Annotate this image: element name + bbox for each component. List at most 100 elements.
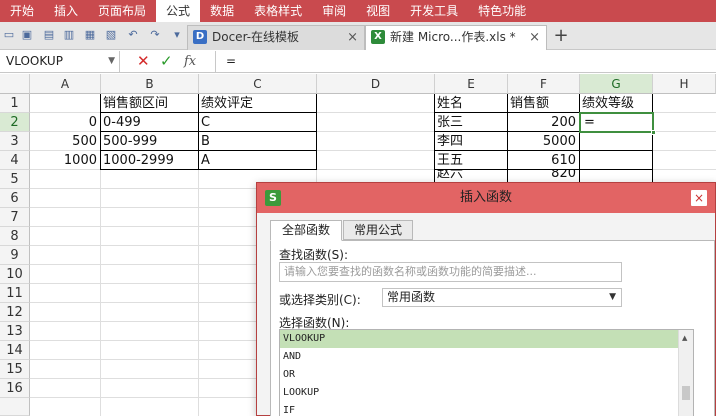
row-header[interactable]: 9 [0, 246, 30, 265]
menu-developer[interactable]: 开发工具 [400, 0, 468, 22]
function-list[interactable]: VLOOKUP AND OR LOOKUP IF ▲ [279, 329, 694, 416]
column-header[interactable]: E [435, 74, 508, 94]
cell-F1[interactable]: 销售额 [508, 94, 579, 113]
row-header-selected[interactable]: 2 [0, 113, 30, 132]
menu-data[interactable]: 数据 [200, 0, 244, 22]
menu-review[interactable]: 审阅 [312, 0, 356, 22]
scroll-up-icon[interactable]: ▲ [682, 334, 687, 342]
cell-B3[interactable]: 500-999 [101, 132, 198, 151]
chevron-down-icon[interactable]: ▾ [170, 28, 184, 42]
row-header[interactable]: 12 [0, 303, 30, 322]
category-value: 常用函数 [387, 290, 436, 304]
row-header[interactable]: 4 [0, 151, 30, 170]
cell-C3[interactable]: B [199, 132, 316, 151]
search-function-input[interactable]: 请输入您要查找的函数名称或函数功能的简要描述... [279, 262, 622, 282]
chevron-down-icon[interactable]: ▼ [108, 51, 115, 72]
cell-E3[interactable]: 李四 [435, 132, 507, 151]
cell-G1[interactable]: 绩效等级 [580, 94, 652, 113]
cell-C2[interactable]: C [199, 113, 316, 132]
menu-table-style[interactable]: 表格样式 [244, 0, 312, 22]
row-header[interactable]: 14 [0, 341, 30, 360]
menu-insert[interactable]: 插入 [44, 0, 88, 22]
row-header[interactable]: 13 [0, 322, 30, 341]
dialog-title-bar[interactable]: S 插入函数 × [257, 183, 715, 213]
close-icon[interactable]: × [347, 26, 358, 49]
row-header[interactable]: 5 [0, 170, 30, 189]
copy-icon[interactable]: ▧ [104, 28, 118, 42]
close-icon[interactable]: × [691, 190, 707, 206]
cell-F2[interactable]: 200 [508, 113, 579, 132]
menu-view[interactable]: 视图 [356, 0, 400, 22]
function-item-if[interactable]: IF [280, 402, 678, 416]
row-header[interactable]: 8 [0, 227, 30, 246]
select-all-corner[interactable] [0, 74, 30, 94]
function-item-and[interactable]: AND [280, 348, 678, 366]
cell-F3[interactable]: 5000 [508, 132, 579, 151]
save-icon[interactable]: ▣ [20, 28, 34, 42]
menu-special-features[interactable]: 特色功能 [468, 0, 536, 22]
column-header[interactable]: F [508, 74, 580, 94]
folder-icon[interactable]: ▭ [2, 28, 16, 42]
menu-home[interactable]: 开始 [0, 0, 44, 22]
row-header[interactable]: 11 [0, 284, 30, 303]
export-pdf-icon[interactable]: ▤ [42, 28, 56, 42]
checkmark-icon[interactable]: ✓ [160, 51, 173, 72]
spreadsheet-window: 开始 插入 页面布局 公式 数据 表格样式 审阅 视图 开发工具 特色功能 ▭ … [0, 0, 716, 416]
name-box-value: VLOOKUP [6, 54, 63, 68]
cell-B2[interactable]: 0-499 [101, 113, 198, 132]
print-icon[interactable]: ▥ [62, 28, 76, 42]
cell-B4[interactable]: 1000-2999 [101, 151, 198, 170]
column-header[interactable]: A [30, 74, 101, 94]
function-item-lookup[interactable]: LOOKUP [280, 384, 678, 402]
row-header[interactable]: 6 [0, 189, 30, 208]
row-header[interactable]: 7 [0, 208, 30, 227]
tab-docer-templates[interactable]: D Docer-在线模板 × [187, 25, 365, 50]
cell-C4[interactable]: A [199, 151, 316, 170]
list-scrollbar[interactable]: ▲ [678, 330, 693, 416]
undo-icon[interactable]: ↶ [126, 28, 140, 42]
redo-icon[interactable]: ↷ [148, 28, 162, 42]
cell-E4[interactable]: 王五 [435, 151, 507, 170]
row-header[interactable]: 16 [0, 379, 30, 398]
function-item-or[interactable]: OR [280, 366, 678, 384]
close-icon[interactable]: × [529, 26, 540, 49]
tab-common-formulas[interactable]: 常用公式 [343, 220, 413, 240]
function-item-vlookup[interactable]: VLOOKUP [280, 330, 678, 348]
new-tab-button[interactable]: + [552, 25, 570, 47]
menu-formulas[interactable]: 公式 [156, 0, 201, 22]
cell-F5[interactable]: 820 [508, 170, 579, 182]
cell-E5[interactable]: 赵六 [435, 170, 507, 182]
cell-E1[interactable]: 姓名 [435, 94, 507, 113]
fill-handle[interactable] [651, 130, 656, 135]
search-function-label: 查找函数(S): [279, 248, 349, 262]
tab-all-functions[interactable]: 全部函数 [270, 220, 342, 241]
cell-E2[interactable]: 张三 [435, 113, 507, 132]
print-preview-icon[interactable]: ▦ [83, 28, 97, 42]
row-header[interactable]: 3 [0, 132, 30, 151]
formula-bar: VLOOKUP ▼ ✕ ✓ fx = [0, 51, 716, 73]
cell-A3[interactable]: 500 [30, 132, 100, 151]
menu-page-layout[interactable]: 页面布局 [88, 0, 156, 22]
category-label: 或选择类别(C): [279, 293, 361, 307]
scroll-thumb[interactable] [682, 386, 690, 400]
column-header[interactable]: C [199, 74, 317, 94]
column-header-selected[interactable]: G [580, 74, 653, 94]
column-header[interactable]: B [101, 74, 199, 94]
row-header[interactable]: 10 [0, 265, 30, 284]
cell-F4[interactable]: 610 [508, 151, 579, 170]
cancel-icon[interactable]: ✕ [137, 51, 150, 72]
cell-C1[interactable]: 绩效评定 [199, 94, 316, 113]
row-header-partial[interactable] [0, 398, 30, 416]
insert-function-icon[interactable]: fx [184, 51, 196, 72]
cell-A4[interactable]: 1000 [30, 151, 100, 170]
cell-A2[interactable]: 0 [30, 113, 100, 132]
column-header[interactable]: D [317, 74, 435, 94]
cell-B1[interactable]: 销售额区间 [101, 94, 198, 113]
formula-input[interactable]: = [215, 51, 716, 72]
column-header[interactable]: H [653, 74, 716, 94]
row-header[interactable]: 15 [0, 360, 30, 379]
category-select[interactable]: 常用函数 ▼ [382, 288, 622, 307]
tab-workbook[interactable]: X 新建 Micro...作表.xls * × [365, 25, 547, 50]
name-box[interactable]: VLOOKUP ▼ [0, 51, 120, 72]
row-header[interactable]: 1 [0, 94, 30, 113]
